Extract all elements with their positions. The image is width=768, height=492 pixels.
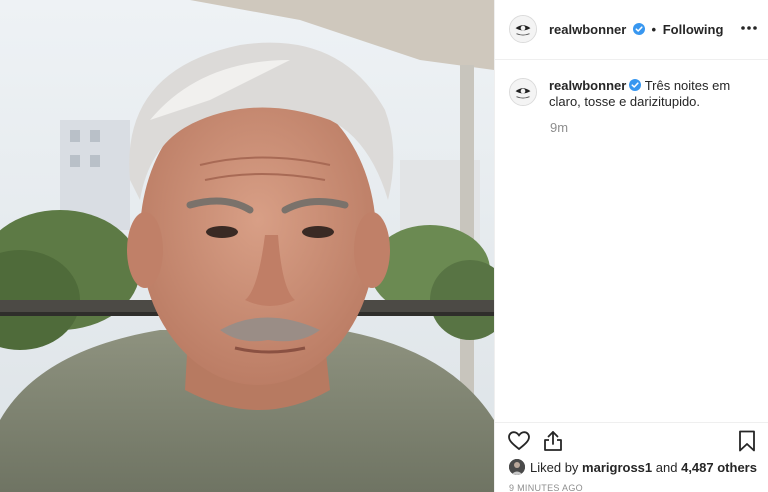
bookmark-icon[interactable] bbox=[735, 429, 759, 453]
caption-author-avatar[interactable] bbox=[509, 78, 537, 106]
likes-count[interactable]: 4,487 others bbox=[681, 460, 757, 475]
author-avatar[interactable] bbox=[509, 15, 537, 43]
likes-summary: Liked by marigross1 and 4,487 others bbox=[509, 459, 757, 475]
share-icon[interactable] bbox=[541, 429, 565, 453]
verified-badge-icon bbox=[629, 79, 642, 91]
post-actions: Liked by marigross1 and 4,487 others 9 M… bbox=[495, 422, 768, 492]
caption-relative-time[interactable]: 9m bbox=[550, 120, 568, 135]
liker-avatar[interactable] bbox=[509, 459, 525, 475]
avatar-image bbox=[509, 459, 525, 475]
caption-username[interactable]: realwbonner bbox=[549, 78, 626, 93]
following-button[interactable]: Following bbox=[663, 22, 724, 37]
avatar-image bbox=[510, 79, 536, 105]
likes-joiner: and bbox=[655, 460, 678, 475]
post-header: realwbonner • Following bbox=[495, 0, 768, 60]
post-side-panel: realwbonner • Following realwbonner Três… bbox=[494, 0, 768, 492]
caption-text: realwbonner Três noites em claro, tosse … bbox=[549, 78, 759, 110]
post-image bbox=[0, 0, 494, 492]
post-timestamp[interactable]: 9 MINUTES AGO bbox=[509, 483, 583, 492]
post-photo[interactable] bbox=[0, 0, 494, 492]
heart-icon[interactable] bbox=[507, 429, 531, 453]
header-meta: realwbonner • Following bbox=[549, 22, 723, 37]
header-separator: • bbox=[651, 22, 657, 37]
more-options-icon[interactable] bbox=[739, 18, 759, 38]
liker-username[interactable]: marigross1 bbox=[582, 460, 652, 475]
verified-badge-icon bbox=[632, 23, 645, 35]
author-username[interactable]: realwbonner bbox=[549, 22, 626, 37]
likes-prefix: Liked by bbox=[530, 460, 579, 475]
avatar-image bbox=[510, 16, 536, 42]
